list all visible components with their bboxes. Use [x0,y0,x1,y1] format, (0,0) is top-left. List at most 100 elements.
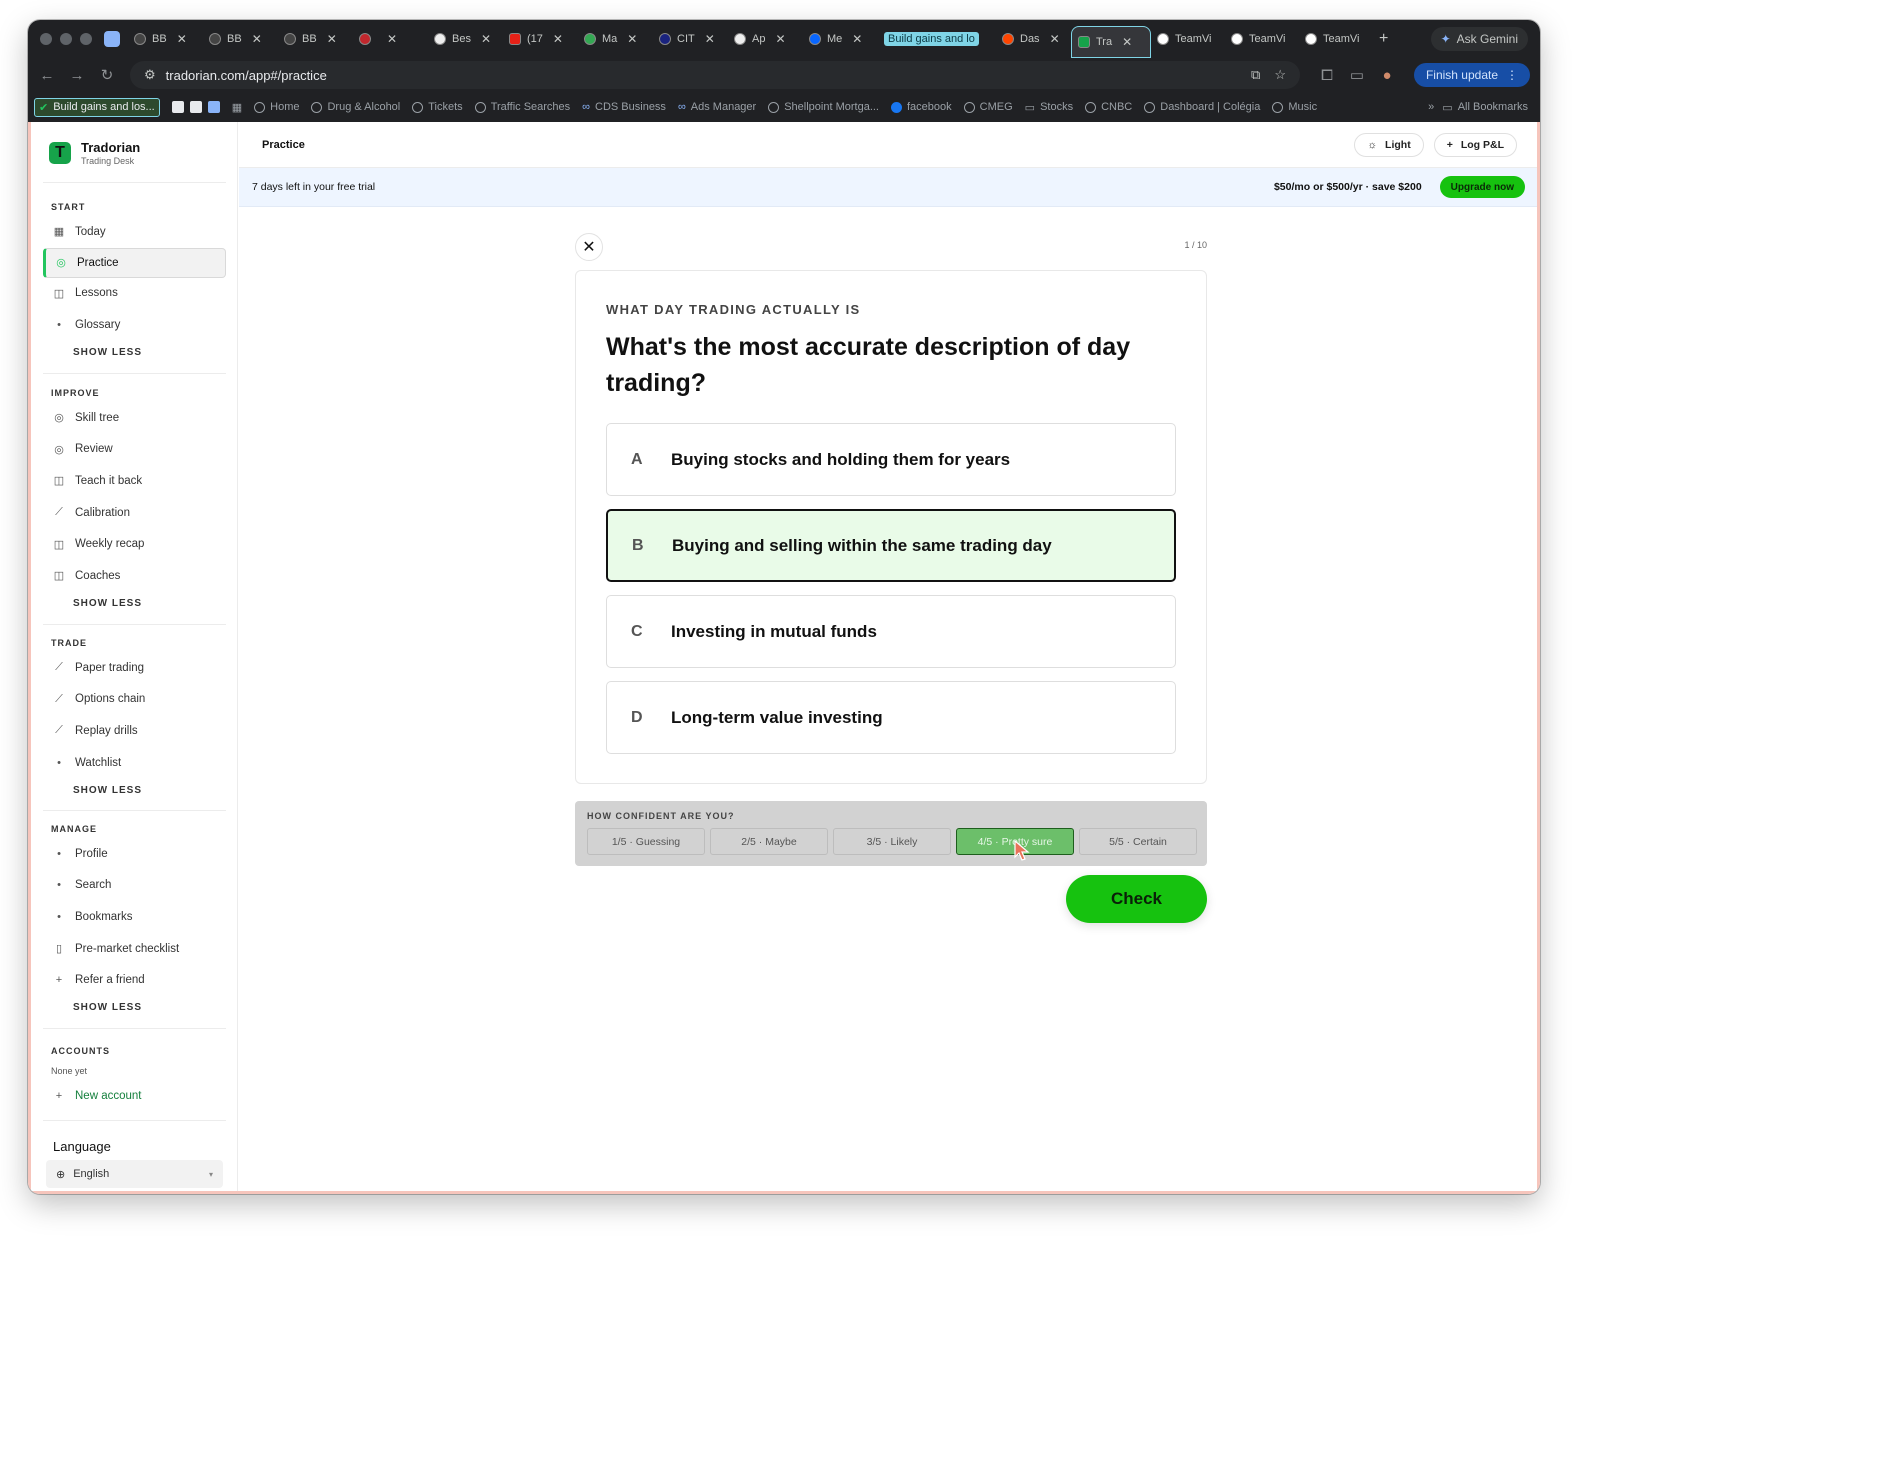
sidebar-item-search[interactable]: • Search [31,870,238,902]
extensions-icon[interactable]: ⧠ [1312,67,1342,84]
sidebar-item-teach-it-back[interactable]: ◫ Teach it back [31,465,238,497]
theme-toggle-button[interactable]: ☼ Light [1354,132,1424,157]
bookmark-item[interactable]: Home [254,101,299,113]
sidebar-item-lessons[interactable]: ◫ Lessons [31,278,238,310]
browser-tab[interactable]: TeamVi [1151,24,1225,54]
all-bookmarks-button[interactable]: ▭ All Bookmarks [1442,101,1528,114]
more-bookmarks-icon[interactable]: » [1428,101,1434,113]
confidence-option[interactable]: 5/5 · Certain [1079,828,1197,855]
apps-grid-icon[interactable]: ▦ [232,101,242,114]
close-tab-icon[interactable]: ✕ [387,32,397,46]
new-account-button[interactable]: + New account [31,1080,238,1112]
sidebar-item-glossary[interactable]: • Glossary [31,309,238,341]
close-tab-icon[interactable]: ✕ [177,32,187,46]
close-window-button[interactable] [40,33,52,45]
close-tab-icon[interactable]: ✕ [705,32,715,46]
show-less-button[interactable]: SHOW LESS [31,592,238,616]
close-tab-icon[interactable]: ✕ [1050,32,1060,46]
sidebar-item-paper-trading[interactable]: ⟋ Paper trading [31,652,238,684]
log-pnl-button[interactable]: + Log P&L [1433,132,1517,157]
site-settings-icon[interactable]: ⚙ [144,67,156,83]
bookmark-item[interactable]: ∞ Ads Manager [678,101,756,113]
sidebar-item-replay-drills[interactable]: ⟋ Replay drills [31,715,238,747]
close-quiz-button[interactable]: ✕ [575,233,603,261]
browser-tab[interactable]: TeamVi [1299,24,1373,54]
new-tab-button[interactable]: + [1373,24,1397,54]
bookmark-item[interactable]: CNBC [1085,101,1132,113]
browser-tab[interactable]: Bes ✕ [428,24,503,54]
forward-icon[interactable]: → [62,67,92,84]
browser-tab[interactable]: Ma ✕ [578,24,653,54]
browser-tab[interactable]: Me ✕ [803,24,878,54]
sidebar-item-weekly-recap[interactable]: ◫ Weekly recap [31,528,238,560]
bookmark-star-icon[interactable]: ☆ [1274,67,1286,83]
reload-icon[interactable]: ↻ [92,66,122,84]
tab-groups-icon[interactable] [104,31,120,47]
finish-update-button[interactable]: Finish update ⋮ [1413,63,1530,87]
ask-gemini-button[interactable]: ✦ Ask Gemini [1430,27,1528,51]
bookmark-item[interactable]: facebook [891,101,952,113]
answer-option-b[interactable]: B Buying and selling within the same trad… [606,509,1176,582]
back-icon[interactable]: ← [32,67,62,84]
bookmark-item[interactable]: Dashboard | Colégia [1144,101,1260,113]
sidebar-item-today[interactable]: ▦ Today [31,216,238,248]
check-button[interactable]: Check [1066,875,1207,923]
bookmark-item[interactable]: Shellpoint Mortga... [768,101,879,113]
close-tab-icon[interactable]: ✕ [481,32,491,46]
confidence-option[interactable]: 3/5 · Likely [833,828,951,855]
sidebar-item-review[interactable]: ◎ Review [31,434,238,466]
confidence-option[interactable]: 2/5 · Maybe [710,828,828,855]
upgrade-now-button[interactable]: Upgrade now [1439,176,1525,198]
language-select[interactable]: ⊕ English ▾ [46,1160,223,1188]
browser-tab[interactable]: BB ✕ [278,24,353,54]
close-tab-icon[interactable]: ✕ [627,32,637,46]
bookmark-item[interactable]: ▭ Stocks [1025,101,1073,114]
browser-tab[interactable]: (17 ✕ [503,24,578,54]
browser-tab[interactable]: Build gains and lo [878,24,996,54]
sidebar-item-profile[interactable]: • Profile [31,838,238,870]
sidebar-item-refer-a-friend[interactable]: + Refer a friend [31,964,238,996]
bookmark-item[interactable]: ✔ Build gains and los... [34,97,160,117]
close-tab-icon[interactable]: ✕ [775,32,785,46]
sidebar-item-calibration[interactable]: ⟋ Calibration [31,497,238,529]
browser-tab[interactable]: Das ✕ [996,24,1071,54]
bookmark-item[interactable]: Drug & Alcohol [311,101,400,113]
close-tab-icon[interactable]: ✕ [1122,35,1132,49]
close-tab-icon[interactable]: ✕ [252,32,262,46]
sidebar-item-practice[interactable]: ◎ Practice [43,247,226,278]
bookmark-item[interactable]: Music [1272,101,1317,113]
show-less-button[interactable]: SHOW LESS [31,996,238,1020]
confidence-option[interactable]: 1/5 · Guessing [587,828,705,855]
show-less-button[interactable]: SHOW LESS [31,778,238,802]
browser-tab[interactable]: ✕ [353,24,428,54]
browser-tab-active[interactable]: Tra ✕ [1071,26,1151,58]
answer-option-a[interactable]: A Buying stocks and holding them for year… [606,423,1176,496]
side-panel-icon[interactable]: ▭ [1342,66,1372,84]
minimize-window-button[interactable] [60,33,72,45]
browser-tab[interactable]: CIT ✕ [653,24,728,54]
profile-avatar[interactable]: ● [1372,67,1402,84]
close-tab-icon[interactable]: ✕ [553,32,563,46]
answer-option-d[interactable]: D Long-term value investing [606,681,1176,754]
bookmark-item[interactable]: ∞ CDS Business [582,101,666,113]
sidebar-item-watchlist[interactable]: • Watchlist [31,747,238,779]
show-less-button[interactable]: SHOW LESS [31,341,238,365]
browser-tab[interactable]: BB ✕ [128,24,203,54]
bookmark-item[interactable]: Tickets [412,101,463,113]
browser-tab[interactable]: BB ✕ [203,24,278,54]
bookmark-item[interactable]: Traffic Searches [474,101,570,113]
answer-option-c[interactable]: C Investing in mutual funds [606,595,1176,668]
bookmark-item[interactable]: CMEG [963,101,1013,113]
url-omnibox[interactable]: ⚙ tradorian.com/app#/practice ⧉ ☆ [130,61,1300,89]
browser-tab[interactable]: Ap ✕ [728,24,803,54]
maximize-window-button[interactable] [80,33,92,45]
brand[interactable]: T Tradorian Trading Desk [49,140,140,166]
sidebar-item-bookmarks[interactable]: • Bookmarks [31,901,238,933]
sidebar-item-coaches[interactable]: ◫ Coaches [31,560,238,592]
sidebar-item-skill-tree[interactable]: ◎ Skill tree [31,402,238,434]
close-tab-icon[interactable]: ✕ [852,32,862,46]
browser-tab[interactable]: TeamVi [1225,24,1299,54]
sidebar-item-pre-market-checklist[interactable]: ▯ Pre-market checklist [31,933,238,965]
install-app-icon[interactable]: ⧉ [1251,67,1260,83]
sidebar-item-options-chain[interactable]: ⟋ Options chain [31,684,238,716]
